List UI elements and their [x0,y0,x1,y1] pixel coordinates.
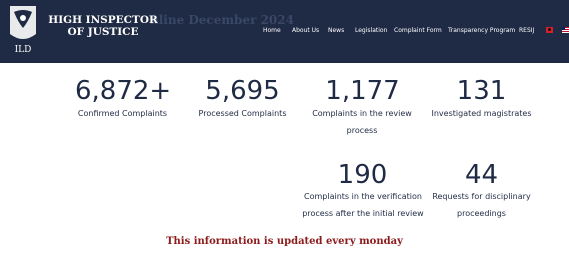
nav-transparency-program[interactable]: Transparency Program [448,25,515,37]
site-header: ILD nline December 2024 HIGH INSPECTOR O… [0,0,569,63]
stat-value-confirmed: 6,872+ [75,76,172,106]
stat-label-disciplinary: Requests for disciplinary proceedings [432,192,531,218]
stat-label-magistrates: Investigated magistrates [431,109,532,118]
nav-news[interactable]: News [328,25,344,37]
nav-home[interactable]: Home [263,25,281,37]
nav-legislation[interactable]: Legislation [355,25,387,37]
org-name[interactable]: HIGH INSPECTOR OF JUSTICE [48,14,158,38]
nav-complaint-form[interactable]: Complaint Form [394,25,442,37]
stat-value-processed: 5,695 [205,76,280,106]
nav-resij[interactable]: RESIJ [519,25,534,37]
stat-value-magistrates: 131 [456,76,507,106]
stat-label-processed: Processed Complaints [198,109,287,118]
albanian-flag-icon[interactable] [546,27,553,33]
update-notice: This information is updated every monday [166,236,403,247]
stat-label-confirmed: Confirmed Complaints [77,109,168,118]
logo-text: ILD [15,45,32,55]
stat-label-verification: Complaints in the verification process a… [302,192,424,218]
ild-logo-icon[interactable]: ILD [6,4,40,56]
stat-value-verification: 190 [337,160,388,190]
uk-flag-icon[interactable] [562,27,569,33]
stat-label-review: Complaints in the review process [312,109,412,135]
stat-value-review: 1,177 [325,76,400,106]
nav-about-us[interactable]: About Us [292,25,319,37]
stat-value-disciplinary: 44 [464,160,499,190]
